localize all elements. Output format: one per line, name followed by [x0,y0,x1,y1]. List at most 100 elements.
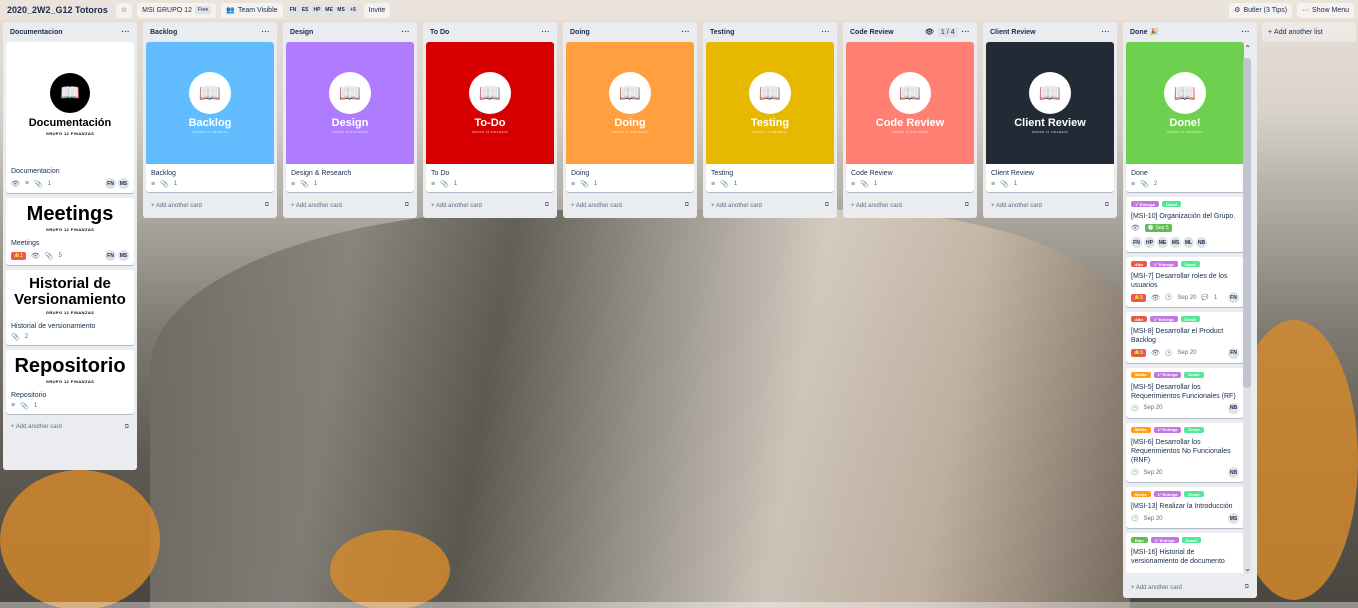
avatar[interactable]: NB [1228,402,1239,414]
butler-button[interactable]: ⚙ Butler (3 Tips) [1229,2,1293,18]
scroll-up-icon[interactable]: ⌃ [1244,44,1251,53]
list-menu-icon[interactable]: ··· [402,29,411,36]
avatar[interactable]: FN [1131,237,1142,249]
more-members[interactable]: +5 [347,4,359,16]
card[interactable]: Medio 1° Entrega Donel [MSI-13] Realizar la… [1126,487,1244,529]
list-menu-icon[interactable]: ··· [1242,29,1251,36]
card[interactable]: 📖 Documentación GRUPO 12 FINANZAS Docume… [6,42,134,194]
avatar[interactable]: NB [1228,467,1239,479]
card-badges: 🔔5 👁 🕑 Sep 20 💬 1 FN [1126,292,1244,307]
avatar[interactable]: FN [287,4,299,16]
avatar[interactable]: MS [1228,513,1239,525]
card[interactable]: Alto 1° Entrega Donel [MSI-8] Desarrollar e… [1126,312,1244,363]
list-title[interactable]: Documentacion [10,29,63,36]
avatar[interactable]: HP [311,4,323,16]
avatar[interactable]: MS [118,178,129,190]
avatar[interactable]: MS [1170,237,1181,249]
add-card-button[interactable]: + Add another card ⧉ [6,419,134,436]
team-button[interactable]: MSI GRUPO 12 Free [137,2,217,18]
list-menu-icon[interactable]: ··· [682,29,691,36]
add-list-button[interactable]: + Add another list [1262,22,1356,42]
cover-subtitle: GRUPO 12 FINANZAS [192,130,228,134]
avatar[interactable]: FN [105,178,116,190]
board-title[interactable]: 2020_2W2_G12 Totoros [4,5,111,15]
list-title[interactable]: To Do [430,29,449,36]
list-title[interactable]: Testing [710,29,734,36]
card[interactable]: 📖 Client Review GRUPO 12 FINANZAS Client Re… [986,42,1114,193]
list-scrollbar[interactable] [1243,58,1251,574]
card[interactable]: Meetings GRUPO 12 FINANZAS Meetings 🔔1 👁 📎 5… [6,198,134,266]
invite-button[interactable]: Invite [363,2,391,18]
add-card-button[interactable]: + Add another card ⧉ [566,197,694,214]
list-menu-icon[interactable]: ··· [262,29,271,36]
show-menu-button[interactable]: ··· Show Menu [1297,2,1354,18]
card[interactable]: Medio 1° Entrega Donel [MSI-5] Desarrollar … [1126,367,1244,418]
list-menu-icon[interactable]: ··· [542,29,551,36]
list-title[interactable]: Done 🎉 [1130,28,1158,36]
card[interactable]: 📖 Design GRUPO 12 FINANZAS Design & Researc… [286,42,414,193]
avatar[interactable]: MS [335,4,347,16]
list-title[interactable]: Client Review [990,29,1036,36]
due-badge[interactable]: 🕑 Sep 5 [1144,224,1172,233]
visibility-button[interactable]: 👥 Team Visible [221,2,283,18]
list-title[interactable]: Doing [570,29,590,36]
avatar[interactable]: MS [118,250,129,262]
card-label: Medio [1131,426,1151,433]
card[interactable]: 1° Entrega Donel [MSI-10] Organización del… [1126,197,1244,253]
card[interactable]: Medio 1° Entrega Donel [MSI-6] Desarrollar … [1126,422,1244,483]
card[interactable]: 📖 Backlog GRUPO 12 FINANZAS Backlog ≡ 📎 1 [146,42,274,193]
card[interactable]: Repositorio GRUPO 12 FINANZAS Repositorio… [6,349,134,414]
list-menu-icon[interactable]: ··· [962,29,971,36]
card-badges: ≡ 📎 1 [846,180,974,192]
card[interactable]: 📖 Done! GRUPO 12 FINANZAS Done ≡ 📎 2 [1126,42,1244,193]
cover-subtitle: GRUPO 12 FINANZAS [332,130,368,134]
add-card-button[interactable]: + Add another card ⧉ [706,197,834,214]
avatar[interactable]: HP [1144,237,1155,249]
list-title[interactable]: Code Review [850,29,894,36]
cover-subtitle: GRUPO 12 FINANZAS [1032,130,1068,134]
card[interactable]: Historial de Versionamiento GRUPO 12 FINAN… [6,270,134,345]
avatar[interactable]: ME [1157,237,1168,249]
card[interactable]: 📖 Code Review GRUPO 12 FINANZAS Code Review… [846,42,974,193]
list-menu-icon[interactable]: ··· [1102,29,1111,36]
avatar[interactable]: NB [1196,237,1207,249]
card-title: Repositorio [11,391,47,399]
avatar[interactable]: ML [1183,237,1194,249]
board-horizontal-scrollbar[interactable] [0,602,1358,608]
list-title[interactable]: Backlog [150,29,177,36]
template-icon[interactable]: ⧉ [1245,584,1249,591]
add-card-button[interactable]: + Add another card ⧉ [846,197,974,214]
card-title: Design & Research [291,170,352,177]
template-icon[interactable]: ⧉ [1105,202,1109,209]
add-card-button[interactable]: + Add another card ⧉ [146,197,274,214]
template-icon[interactable]: ⧉ [405,202,409,209]
cover-subtitle: GRUPO 12 FINANZAS [892,130,928,134]
scroll-down-icon[interactable]: ⌄ [1244,564,1251,573]
card[interactable]: 📖 To-Do GRUPO 12 FINANZAS To Do ≡ 📎 1 [426,42,554,193]
add-card-button[interactable]: + Add another card ⧉ [1126,579,1254,596]
book-icon: 📖 [189,72,231,114]
card[interactable]: Alto 1° Entrega Donel [MSI-7] Desarrollar r… [1126,257,1244,308]
card[interactable]: 📖 Doing GRUPO 12 FINANZAS Doing ≡ 📎 1 [566,42,694,193]
template-icon[interactable]: ⧉ [965,202,969,209]
avatar[interactable]: FN [1228,292,1239,304]
add-card-button[interactable]: + Add another card ⧉ [426,197,554,214]
add-card-button[interactable]: + Add another card ⧉ [986,197,1114,214]
avatar[interactable]: ME [323,4,335,16]
scrollbar-thumb[interactable] [1243,58,1251,388]
avatar[interactable]: FN [105,250,116,262]
avatar[interactable]: ES [299,4,311,16]
template-icon[interactable]: ⧉ [125,424,129,431]
list-title[interactable]: Design [290,29,313,36]
template-icon[interactable]: ⧉ [265,202,269,209]
list-menu-icon[interactable]: ··· [122,29,131,36]
list-menu-icon[interactable]: ··· [822,29,831,36]
template-icon[interactable]: ⧉ [545,202,549,209]
template-icon[interactable]: ⧉ [825,202,829,209]
avatar[interactable]: FN [1228,347,1239,359]
card[interactable]: 📖 Testing GRUPO 12 FINANZAS Testing ≡ 📎 1 [706,42,834,193]
template-icon[interactable]: ⧉ [685,202,689,209]
card[interactable]: Bajo 1° Entrega Donel [MSI-16] Historial de… [1126,533,1244,574]
add-card-button[interactable]: + Add another card ⧉ [286,197,414,214]
star-button[interactable]: ☆ [115,2,133,18]
